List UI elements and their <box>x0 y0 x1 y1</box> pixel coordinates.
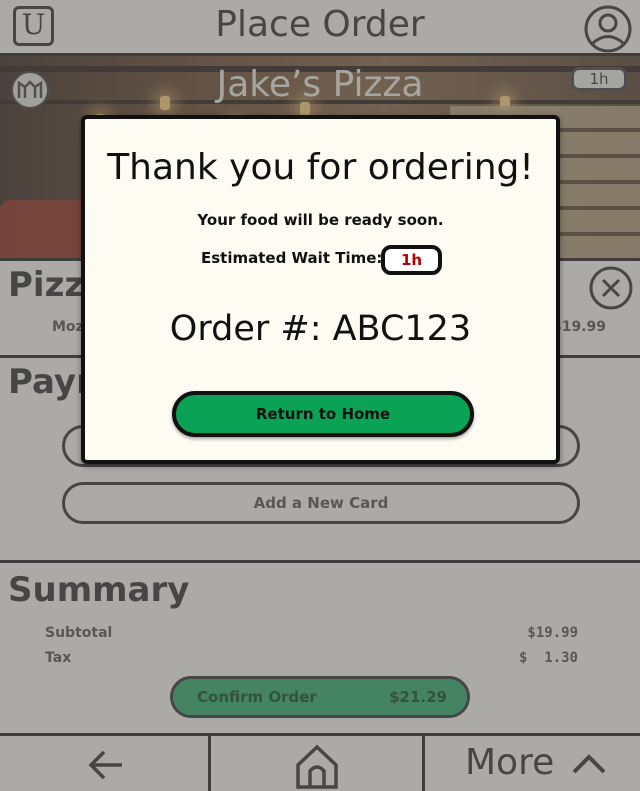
return-home-button[interactable]: Return to Home <box>172 391 474 437</box>
wait-time-label: Estimated Wait Time: <box>201 249 383 267</box>
dialog-title: Thank you for ordering! <box>107 147 534 188</box>
order-number: Order #: ABC123 <box>169 309 472 349</box>
wait-time-badge: 1h <box>381 245 442 275</box>
dialog-message: Your food will be ready soon. <box>197 211 444 229</box>
order-confirmation-dialog: Thank you for ordering! Your food will b… <box>81 115 560 464</box>
